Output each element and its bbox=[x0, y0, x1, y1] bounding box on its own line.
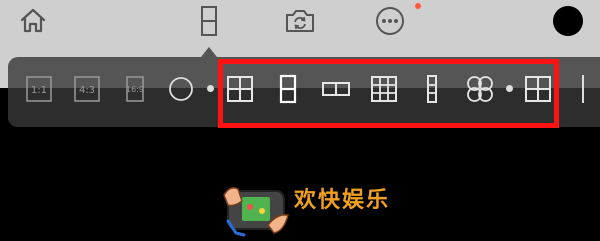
ratio-4-3-icon[interactable]: 4:3 bbox=[70, 72, 104, 106]
more-icon[interactable] bbox=[373, 4, 407, 38]
scroll-edge-indicator bbox=[582, 75, 584, 103]
circle-shape-icon[interactable] bbox=[164, 72, 198, 106]
home-icon[interactable] bbox=[16, 4, 50, 38]
svg-text:16:9: 16:9 bbox=[126, 85, 144, 94]
notification-dot bbox=[415, 3, 421, 9]
svg-text:1:1: 1:1 bbox=[31, 85, 47, 96]
highlight-box bbox=[218, 59, 559, 128]
record-button-icon[interactable] bbox=[553, 6, 583, 36]
svg-text:4:3: 4:3 bbox=[79, 85, 95, 96]
phone-portrait-icon[interactable] bbox=[192, 4, 226, 38]
separator-dot bbox=[207, 85, 214, 92]
selection-caret bbox=[201, 47, 217, 57]
ratio-16-9-icon[interactable]: 16:9 bbox=[118, 72, 152, 106]
ratio-1-1-icon[interactable]: 1:1 bbox=[22, 72, 56, 106]
watermark-text: 欢快娱乐 bbox=[294, 188, 391, 213]
gamepad-hands-icon bbox=[222, 181, 290, 237]
switch-camera-icon[interactable] bbox=[283, 4, 317, 38]
